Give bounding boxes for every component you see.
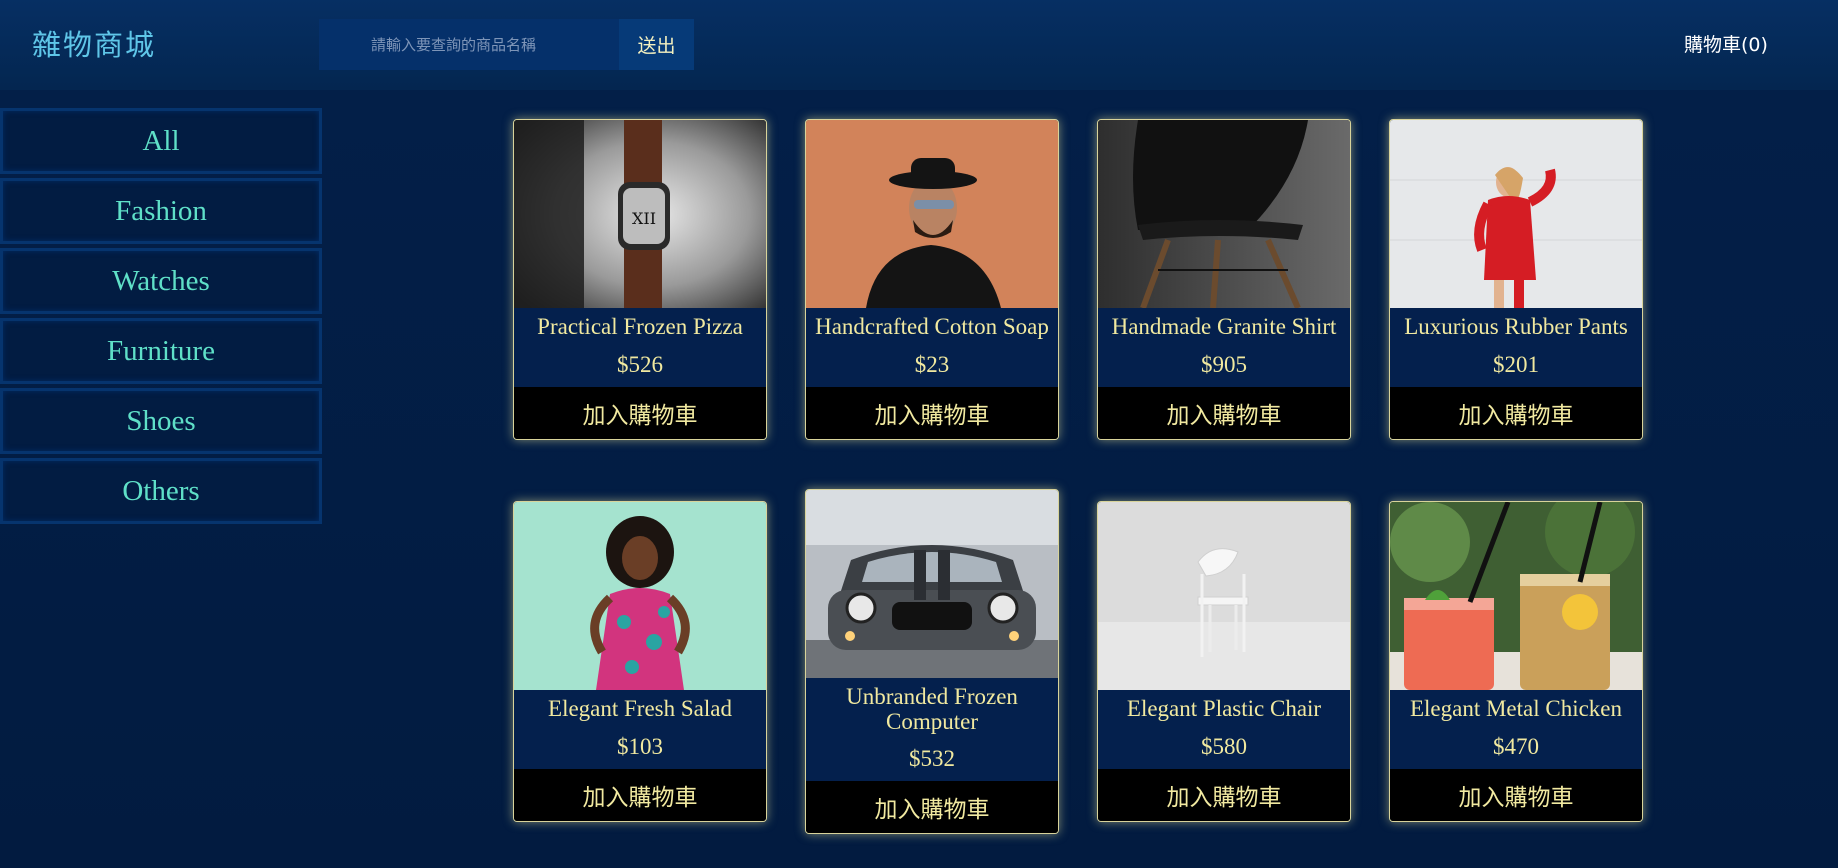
product-card: Unbranded Frozen Computer $532 加入購物車	[805, 489, 1059, 834]
svg-text:XII: XII	[632, 209, 656, 228]
add-to-cart-button[interactable]: 加入購物車	[1390, 387, 1642, 439]
product-image-black-chair[interactable]	[1098, 120, 1350, 308]
cart-link[interactable]: 購物車(0)	[1684, 30, 1768, 57]
product-image-man-with-hat[interactable]	[806, 120, 1058, 308]
product-price: $470	[1493, 734, 1539, 759]
add-to-cart-button[interactable]: 加入購物車	[806, 781, 1058, 833]
product-card: Elegant Fresh Salad $103 加入購物車	[513, 501, 767, 822]
product-image-white-chair[interactable]	[1098, 502, 1350, 690]
product-price: $526	[617, 352, 663, 377]
product-name: Practical Frozen Pizza	[537, 314, 743, 339]
category-others[interactable]: Others	[0, 458, 322, 524]
top-navigation-bar	[0, 0, 1838, 90]
product-price: $23	[914, 352, 950, 377]
product-price: $905	[1201, 352, 1247, 377]
product-image-woman-red-sweater[interactable]	[1390, 120, 1642, 308]
product-card: XII Practical Frozen Pizza $526 加入購物車	[513, 119, 767, 440]
product-image-mini-car[interactable]	[806, 490, 1058, 678]
add-to-cart-button[interactable]: 加入購物車	[806, 387, 1058, 439]
product-price: $201	[1493, 352, 1539, 377]
product-card: Elegant Plastic Chair $580 加入購物車	[1097, 501, 1351, 822]
search-submit-button[interactable]: 送出	[619, 19, 694, 70]
product-card: Handmade Granite Shirt $905 加入購物車	[1097, 119, 1351, 440]
product-name: Elegant Fresh Salad	[548, 696, 732, 721]
product-image-watch[interactable]: XII	[514, 120, 766, 308]
category-shoes[interactable]: Shoes	[0, 388, 322, 454]
search-bar: 送出	[319, 19, 694, 70]
category-sidebar: All Fashion Watches Furniture Shoes Othe…	[0, 108, 324, 528]
product-price: $580	[1201, 734, 1247, 759]
product-image-woman-floral-dress[interactable]	[514, 502, 766, 690]
category-furniture[interactable]: Furniture	[0, 318, 322, 384]
product-price: $103	[617, 734, 663, 759]
product-name: Elegant Metal Chicken	[1409, 696, 1623, 721]
add-to-cart-button[interactable]: 加入購物車	[514, 387, 766, 439]
add-to-cart-button[interactable]: 加入購物車	[1098, 769, 1350, 821]
search-input[interactable]	[319, 19, 619, 70]
product-card: Handcrafted Cotton Soap $23 加入購物車	[805, 119, 1059, 440]
category-all[interactable]: All	[0, 108, 322, 174]
product-name: Handmade Granite Shirt	[1111, 314, 1337, 339]
category-fashion[interactable]: Fashion	[0, 178, 322, 244]
product-name: Handcrafted Cotton Soap	[815, 314, 1049, 339]
add-to-cart-button[interactable]: 加入購物車	[1390, 769, 1642, 821]
add-to-cart-button[interactable]: 加入購物車	[1098, 387, 1350, 439]
category-watches[interactable]: Watches	[0, 248, 322, 314]
product-card: Luxurious Rubber Pants $201 加入購物車	[1389, 119, 1643, 440]
product-name: Unbranded Frozen Computer	[846, 684, 1018, 734]
add-to-cart-button[interactable]: 加入購物車	[514, 769, 766, 821]
product-image-drinks[interactable]	[1390, 502, 1642, 690]
product-card: Elegant Metal Chicken $470 加入購物車	[1389, 501, 1643, 822]
site-logo[interactable]: 雜物商城	[32, 22, 156, 64]
product-name: Luxurious Rubber Pants	[1404, 314, 1628, 339]
product-price: $532	[909, 746, 955, 771]
product-name: Elegant Plastic Chair	[1126, 696, 1322, 721]
